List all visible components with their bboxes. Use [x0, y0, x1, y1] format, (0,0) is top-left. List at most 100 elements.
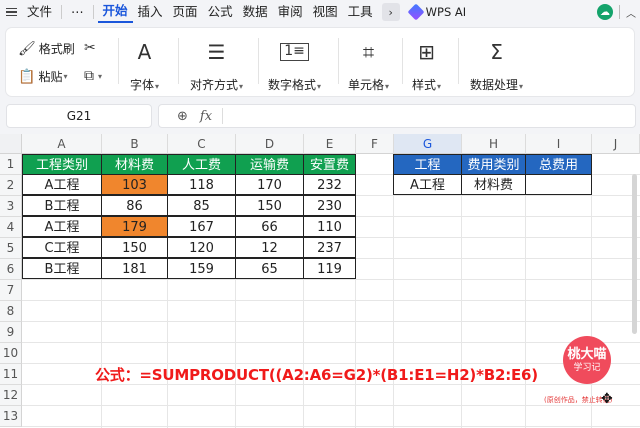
table-cell[interactable]: 119 [303, 258, 356, 279]
table-cell-highlighted[interactable]: 103 [101, 174, 168, 195]
gridline [22, 405, 640, 406]
cut-button[interactable]: ✂ [84, 40, 99, 56]
row-header-2[interactable]: 2 [0, 175, 22, 196]
menu-tab-page[interactable]: 页面 [168, 0, 203, 24]
column-header-j[interactable]: J [592, 134, 640, 154]
menu-tab-home[interactable]: 开始 [97, 1, 133, 23]
row-header-1[interactable]: 1 [0, 154, 22, 175]
hamburger-icon[interactable] [6, 7, 22, 17]
font-group-button[interactable]: A 字体▾ [130, 38, 159, 93]
name-box[interactable]: G21 [6, 104, 152, 128]
lookup-header-cell[interactable]: 工程 [393, 154, 462, 175]
table-cell[interactable]: 159 [167, 258, 236, 279]
table-cell[interactable]: B工程 [22, 258, 102, 279]
table-cell[interactable]: 237 [303, 237, 356, 258]
table-cell[interactable]: 65 [235, 258, 304, 279]
column-header-e[interactable]: E [304, 134, 356, 154]
style-group-button[interactable]: ⊞ 样式▾ [412, 38, 441, 93]
table-cell[interactable]: 110 [303, 216, 356, 237]
table-cell[interactable]: 230 [303, 195, 356, 216]
column-header-c[interactable]: C [168, 134, 236, 154]
table-cell[interactable]: 86 [101, 195, 168, 216]
row-header-3[interactable]: 3 [0, 196, 22, 217]
lookup-header-cell[interactable]: 总费用 [525, 154, 592, 175]
formula-input[interactable]: ⊕ fx [158, 104, 636, 128]
font-icon: A [137, 40, 152, 64]
column-header-d[interactable]: D [236, 134, 304, 154]
lookup-header-cell[interactable]: 费用类别 [461, 154, 526, 175]
column-header-a[interactable]: A [22, 134, 102, 154]
lookup-result-cell[interactable] [525, 174, 592, 195]
row-header-8[interactable]: 8 [0, 301, 22, 322]
menu-file[interactable]: 文件 [22, 0, 57, 24]
cell-group-button[interactable]: ⌗ 单元格▾ [348, 38, 389, 93]
row-header-13[interactable]: 13 [0, 406, 22, 427]
ribbon-divider [338, 38, 339, 84]
table-cell[interactable]: A工程 [22, 174, 102, 195]
ribbon-toolbar: 🖌 格式刷 ✂ 📋 粘贴 ▾ ⧉ ▾ A 字体▾ ☰ 对齐方式▾ 1≡ 数字格式… [6, 28, 634, 96]
chevron-up-icon[interactable]: ︿ [626, 5, 636, 20]
table-header-cell[interactable]: 运输费 [235, 154, 304, 175]
menu-tab-tools[interactable]: 工具 [343, 0, 378, 24]
table-cell[interactable]: 12 [235, 237, 304, 258]
copy-button[interactable]: ⧉ ▾ [84, 68, 102, 84]
chevron-right-icon[interactable]: › [381, 3, 400, 21]
row-header-9[interactable]: 9 [0, 322, 22, 343]
table-cell[interactable]: 167 [167, 216, 236, 237]
row-header-4[interactable]: 4 [0, 217, 22, 238]
row-header-5[interactable]: 5 [0, 238, 22, 259]
lookup-cell[interactable]: A工程 [393, 174, 462, 195]
format-painter-icon: 🖌 [18, 40, 36, 57]
select-all-corner[interactable] [0, 134, 22, 154]
table-cell[interactable]: 85 [167, 195, 236, 216]
align-group-button[interactable]: ☰ 对齐方式▾ [190, 38, 243, 93]
table-cell[interactable]: B工程 [22, 195, 102, 216]
table-cell[interactable]: 170 [235, 174, 304, 195]
table-cell[interactable]: 150 [235, 195, 304, 216]
cloud-sync-icon[interactable]: ☁ [597, 4, 613, 20]
table-cell[interactable]: A工程 [22, 216, 102, 237]
menu-tab-data[interactable]: 数据 [238, 0, 273, 24]
table-header-cell[interactable]: 人工费 [167, 154, 236, 175]
fx-icon[interactable]: fx [200, 109, 212, 124]
menu-tab-formula[interactable]: 公式 [203, 0, 238, 24]
table-header-cell[interactable]: 安置费 [303, 154, 356, 175]
format-painter-button[interactable]: 🖌 格式刷 [18, 40, 75, 57]
row-header-6[interactable]: 6 [0, 259, 22, 280]
menu-tab-insert[interactable]: 插入 [133, 0, 168, 24]
table-cell[interactable]: 66 [235, 216, 304, 237]
menu-tab-review[interactable]: 审阅 [273, 0, 308, 24]
paste-button[interactable]: 📋 粘贴 ▾ [18, 68, 67, 85]
zoom-search-icon[interactable]: ⊕ [177, 109, 188, 124]
column-header-h[interactable]: H [462, 134, 526, 154]
table-cell-highlighted[interactable]: 179 [101, 216, 168, 237]
number-format-button[interactable]: 1≡ 数字格式▾ [268, 38, 321, 93]
paste-icon: 📋 [18, 68, 36, 85]
table-cell[interactable]: 150 [101, 237, 168, 258]
cell-reference: G21 [66, 109, 92, 123]
table-header-cell[interactable]: 材料费 [101, 154, 168, 175]
data-process-button[interactable]: Σ 数据处理▾ [470, 38, 523, 93]
more-dots-icon[interactable]: ⋯ [66, 0, 89, 24]
row-header-11[interactable]: 11 [0, 364, 22, 385]
row-header-10[interactable]: 10 [0, 343, 22, 364]
table-cell[interactable]: 118 [167, 174, 236, 195]
table-cell[interactable]: 120 [167, 237, 236, 258]
menu-divider [92, 5, 94, 19]
row-header-7[interactable]: 7 [0, 280, 22, 301]
table-cell[interactable]: 232 [303, 174, 356, 195]
vertical-scrollbar[interactable] [632, 174, 637, 334]
column-header-b[interactable]: B [102, 134, 168, 154]
row-header-12[interactable]: 12 [0, 385, 22, 406]
wps-ai-button[interactable]: WPS AI [407, 3, 466, 21]
menu-tab-view[interactable]: 视图 [308, 0, 343, 24]
column-header-i[interactable]: I [526, 134, 592, 154]
column-header-f[interactable]: F [356, 134, 394, 154]
lookup-cell[interactable]: 材料费 [461, 174, 526, 195]
column-header-g[interactable]: G [394, 134, 462, 154]
table-cell[interactable]: 181 [101, 258, 168, 279]
table-header-cell[interactable]: 工程类别 [22, 154, 102, 175]
table-cell[interactable]: C工程 [22, 237, 102, 258]
spreadsheet-grid[interactable]: A B C D E F G H I J 1 2 3 4 5 6 7 8 9 10… [0, 134, 640, 428]
align-icon: ☰ [207, 40, 226, 64]
